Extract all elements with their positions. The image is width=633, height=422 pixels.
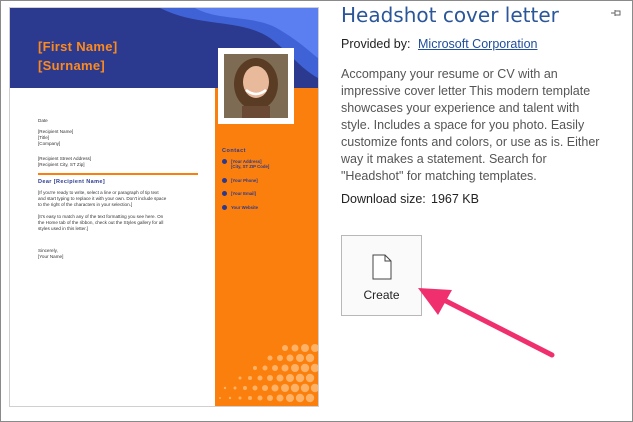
provided-by-label: Provided by: [341, 37, 411, 51]
recipient-address: [Recipient Street Address] [Recipient Ci… [38, 156, 92, 167]
contact-email: [Your Email] [222, 191, 256, 196]
document-icon [372, 254, 392, 280]
greeting: Dear [Recipient Name] [38, 179, 106, 185]
headshot-photo-frame [218, 48, 294, 124]
dot-pattern-decoration [219, 344, 318, 403]
pin-icon[interactable] [610, 8, 622, 18]
surname-placeholder: [Surname] [38, 58, 105, 73]
contact-website: Your Website [222, 205, 258, 210]
body-paragraph-1: [If you're ready to write, select a line… [38, 190, 167, 207]
email-icon [222, 191, 227, 196]
recipient-block: [Recipient Name] [Title] [Company] [38, 129, 74, 146]
download-size-label: Download size: [341, 192, 426, 206]
provider-link[interactable]: Microsoft Corporation [418, 37, 538, 51]
body-paragraph-2: [It's easy to match any of the text form… [38, 214, 164, 231]
closing: Sincerely, [Your Name] [38, 248, 64, 259]
create-button-label: Create [363, 288, 400, 302]
date-placeholder: Date [38, 118, 48, 123]
contact-phone: [Your Phone] [222, 178, 258, 183]
template-preview: [First Name] [Surname] Date [Recipient N… [9, 7, 319, 407]
headshot-photo [224, 54, 288, 118]
template-title: Headshot cover letter [341, 3, 559, 27]
contact-address: [Your Address] [City, ST ZIP Code] [222, 159, 269, 169]
phone-icon [222, 178, 227, 183]
orange-divider [38, 173, 198, 175]
first-name-placeholder: [First Name] [38, 39, 118, 54]
globe-icon [222, 205, 227, 210]
contact-heading: Contact [222, 148, 246, 154]
download-size-value: 1967 KB [431, 192, 479, 206]
template-description: Accompany your resume or CV with an impr… [341, 67, 600, 183]
create-button[interactable]: Create [341, 235, 422, 316]
location-icon [222, 159, 227, 164]
